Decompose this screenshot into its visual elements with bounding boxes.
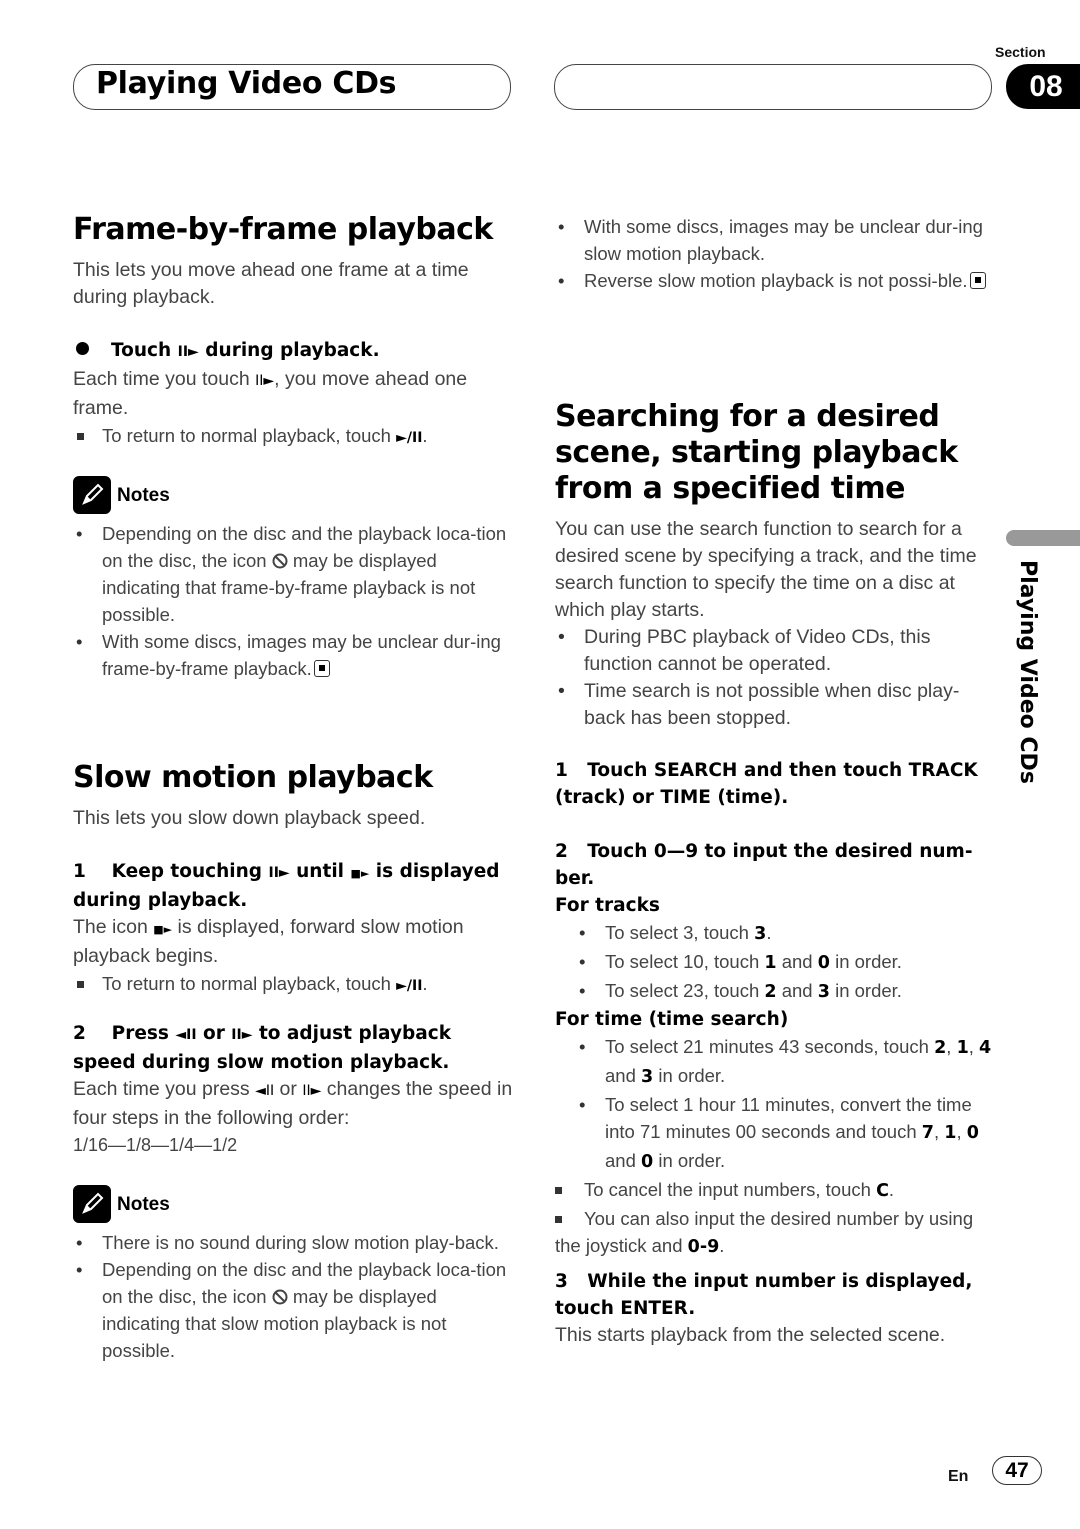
play-pause-icon: ►/II (396, 430, 423, 446)
joystick-note: You can also input the desired number by… (555, 1205, 995, 1261)
for-time-label: For time (time search) (555, 1009, 789, 1030)
search-bullet: Time search is not possible when disc pl… (555, 678, 995, 732)
notes-label: Notes (117, 1193, 170, 1215)
note-item: There is no sound during slow motion pla… (73, 1229, 518, 1256)
track-example: To select 3, touch 3. (555, 919, 995, 948)
return-note: To return to normal playback, touch ►/II… (73, 422, 518, 452)
slow-notes-continued: With some discs, images may be unclear d… (555, 213, 995, 294)
side-chapter-label: Playing Video CDs (1015, 560, 1040, 784)
chapter-title: Playing Video CDs (96, 66, 397, 101)
frame-by-frame-step: Touch II► during playback. Each time you… (73, 337, 518, 452)
prohibited-icon (272, 553, 288, 569)
frame-reverse-icon: ◄II (175, 1027, 197, 1043)
frame-advance-icon: II► (255, 373, 275, 389)
return-note: To return to normal playback, touch ►/II… (73, 970, 518, 1000)
side-tab-marker (1006, 530, 1080, 546)
track-example: To select 10, touch 1 and 0 in order. (555, 948, 995, 977)
frame-notes: Notes Depending on the disc and the play… (73, 476, 518, 682)
cancel-note: To cancel the input numbers, touch C. (555, 1176, 995, 1205)
slow-forward-icon: ■► (153, 923, 173, 936)
search-step3: 3 While the input number is displayed, t… (555, 1271, 973, 1346)
notes-label: Notes (117, 484, 170, 506)
search-step1: 1 Touch SEARCH and then touch TRACK (tra… (555, 760, 978, 808)
pencil-icon (73, 476, 111, 514)
page-number: 47 (992, 1456, 1042, 1485)
for-tracks-label: For tracks (555, 895, 660, 916)
search-intro: You can use the search function to searc… (555, 516, 995, 732)
end-mark-icon (969, 272, 986, 289)
search-bullet: During PBC playback of Video CDs, this f… (555, 624, 995, 678)
play-pause-icon: ►/II (396, 978, 423, 994)
slow-motion-step1: 1 Keep touching II► until ■► is displaye… (73, 858, 518, 1000)
note-item: Reverse slow motion playback is not poss… (555, 267, 995, 294)
frame-advance-icon: II► (231, 1027, 253, 1043)
speed-order: 1/16—1/8—1/4—1/2 (73, 1135, 238, 1155)
language-label: En (948, 1468, 969, 1485)
filled-bullet-icon (76, 342, 89, 355)
pencil-icon (73, 1185, 111, 1223)
frame-by-frame-heading: Frame-by-frame playback (73, 212, 493, 247)
track-example: To select 23, touch 2 and 3 in order. (555, 977, 995, 1006)
step-touch-frame-advance: Touch II► during playback. (73, 337, 518, 366)
note-item: With some discs, images may be unclear d… (73, 628, 518, 682)
notes-header: Notes (73, 476, 518, 514)
section-number-tab: 08 (1006, 64, 1080, 109)
header-empty-pill (554, 64, 992, 110)
time-example: To select 21 minutes 43 seconds, touch 2… (555, 1033, 995, 1091)
slow-forward-icon: ■► (350, 867, 370, 880)
note-item: Depending on the disc and the playback l… (73, 520, 518, 628)
step-description: Each time you touch II►, you move ahead … (73, 368, 468, 419)
note-item: Depending on the disc and the playback l… (73, 1256, 518, 1364)
section-label: Section (995, 44, 1046, 60)
section-number: 08 (1029, 69, 1063, 103)
search-heading: Searching for a desired scene, starting … (555, 399, 958, 506)
frame-advance-icon: II► (177, 344, 199, 360)
search-step2: 2 Touch 0—9 to input the desired num-ber… (555, 838, 995, 1261)
prohibited-icon (272, 1289, 288, 1305)
slow-motion-heading: Slow motion playback (73, 760, 433, 795)
note-item: With some discs, images may be unclear d… (555, 213, 995, 267)
notes-header: Notes (73, 1185, 518, 1223)
frame-reverse-icon: ◄II (255, 1083, 275, 1099)
frame-by-frame-intro: This lets you move ahead one frame at a … (73, 259, 469, 308)
end-mark-icon (313, 660, 330, 677)
slow-motion-step2: 2 Press ◄II or II► to adjust playback sp… (73, 1020, 518, 1159)
frame-advance-icon: II► (302, 1083, 322, 1099)
slow-motion-intro: This lets you slow down playback speed. (73, 807, 426, 829)
slow-notes: Notes There is no sound during slow moti… (73, 1185, 518, 1364)
frame-advance-icon: II► (268, 865, 290, 881)
time-example: To select 1 hour 11 minutes, convert the… (555, 1091, 995, 1176)
